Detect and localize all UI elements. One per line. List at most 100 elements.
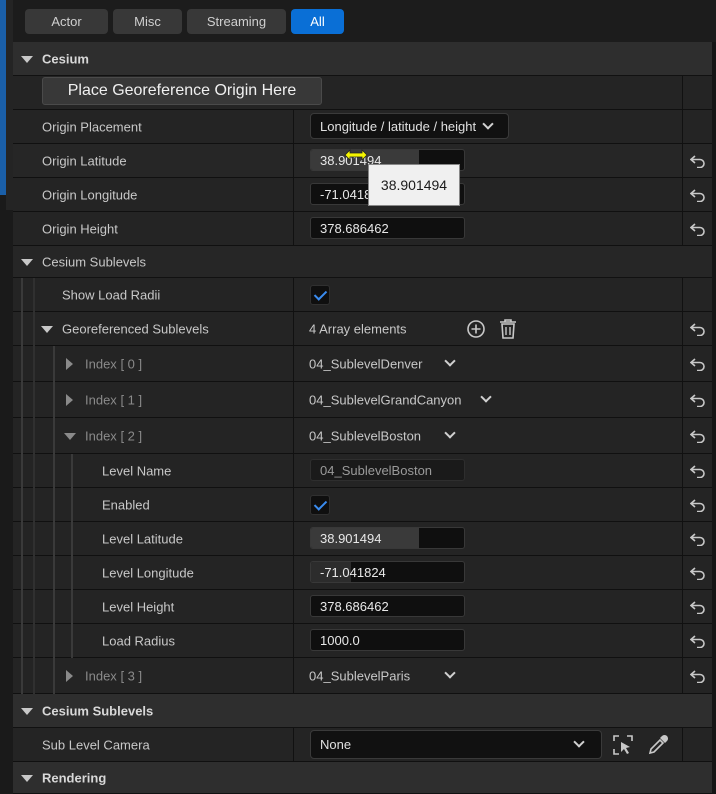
level-latitude-input[interactable]: 38.901494 (310, 527, 465, 549)
collapse-arrow-icon[interactable] (21, 258, 33, 266)
reset-to-default-button[interactable] (683, 212, 712, 245)
origin-placement-dropdown[interactable]: Longitude / latitude / height (310, 113, 509, 139)
expand-arrow-icon[interactable] (66, 669, 73, 682)
filter-misc-button[interactable]: Misc (113, 9, 182, 34)
level-height-input[interactable]: 378.686462 (310, 595, 465, 617)
sublevel-dropdown[interactable]: 04_SublevelBoston (309, 428, 421, 443)
collapse-arrow-icon[interactable] (21, 55, 33, 63)
place-georeference-origin-button[interactable]: Place Georeference Origin Here (42, 77, 322, 105)
load-radius-row: Load Radius 1000.0 (13, 624, 712, 658)
chevron-down-icon (482, 118, 494, 130)
chevron-down-icon[interactable] (444, 355, 456, 367)
reset-to-default-button[interactable] (683, 418, 712, 453)
georeferenced-sublevels-row: Georeferenced Sublevels 4 Array elements (13, 312, 712, 346)
index-label: Index [ 0 ] (85, 356, 143, 371)
sub-level-camera-dropdown[interactable]: None (310, 730, 602, 759)
load-radius-input[interactable]: 1000.0 (310, 629, 465, 651)
level-height-row: Level Height 378.686462 (13, 590, 712, 624)
sub-level-camera-row: Sub Level Camera None (13, 728, 712, 762)
array-item-2: Index [ 2 ] 04_SublevelBoston (13, 418, 712, 454)
origin-height-input[interactable]: 378.686462 (310, 217, 465, 239)
reset-to-default-button[interactable] (683, 178, 712, 211)
index-label: Index [ 3 ] (85, 668, 143, 683)
sublevel-dropdown[interactable]: 04_SublevelParis (309, 668, 410, 683)
array-item-1: Index [ 1 ] 04_SublevelGrandCanyon (13, 382, 712, 418)
property-label: Origin Latitude (42, 153, 127, 168)
property-label: Georeferenced Sublevels (62, 321, 209, 336)
reset-to-default-button[interactable] (683, 556, 712, 589)
reset-arrow-icon (689, 322, 705, 336)
collapse-arrow-icon[interactable] (64, 432, 76, 440)
show-load-radii-checkbox[interactable] (310, 285, 330, 305)
expand-arrow-icon[interactable] (66, 357, 73, 370)
reset-to-default-button[interactable] (683, 382, 712, 417)
input-value: -71.0418 (320, 186, 372, 202)
place-origin-row: Place Georeference Origin Here (13, 76, 712, 110)
collapse-arrow-icon[interactable] (21, 707, 33, 715)
reset-to-default-button[interactable] (683, 312, 712, 345)
filter-streaming-button[interactable]: Streaming (187, 9, 286, 34)
sublevel-dropdown[interactable]: 04_SublevelGrandCanyon (309, 392, 462, 407)
section-cesium-sublevels-2[interactable]: Cesium Sublevels (13, 694, 712, 728)
section-title: Rendering (42, 770, 107, 785)
input-value: 378.686462 (320, 220, 389, 236)
property-label: Enabled (102, 497, 150, 512)
origin-placement-row: Origin Placement Longitude / latitude / … (13, 110, 712, 144)
eyedropper-icon[interactable] (647, 734, 669, 756)
chevron-down-icon (573, 736, 585, 748)
reset-to-default-button[interactable] (683, 590, 712, 623)
filter-all-button[interactable]: All (291, 9, 344, 34)
sublevel-dropdown[interactable]: 04_SublevelDenver (309, 356, 422, 371)
collapse-arrow-icon[interactable] (41, 325, 53, 333)
level-name-field: 04_SublevelBoston (310, 459, 465, 481)
input-value: 04_SublevelBoston (320, 462, 433, 478)
reset-to-default-button[interactable] (683, 488, 712, 521)
reset-to-default-button[interactable] (683, 658, 712, 693)
reset-arrow-icon (689, 634, 705, 648)
indent-guide (21, 278, 23, 694)
show-load-radii-row: Show Load Radii (13, 278, 712, 312)
reset-to-default-button[interactable] (683, 624, 712, 657)
input-value: -71.041824 (320, 564, 386, 580)
property-label: Show Load Radii (62, 287, 161, 302)
section-rendering[interactable]: Rendering (13, 762, 712, 794)
indent-guide (71, 454, 73, 658)
property-label: Origin Height (42, 221, 118, 236)
filter-bar: Actor Misc Streaming All (13, 0, 716, 42)
property-label: Sub Level Camera (42, 737, 150, 752)
reset-to-default-button[interactable] (683, 144, 712, 177)
reset-arrow-icon (689, 498, 705, 512)
add-circle-icon[interactable] (466, 319, 486, 339)
value-tooltip: 38.901494 (368, 164, 460, 206)
section-title: Cesium Sublevels (42, 254, 147, 269)
dropdown-value: None (320, 737, 352, 752)
chevron-down-icon[interactable] (444, 667, 456, 679)
array-count: 4 Array elements (309, 321, 407, 336)
reset-arrow-icon (689, 532, 705, 546)
reset-to-default-button[interactable] (683, 522, 712, 555)
reset-arrow-icon (689, 464, 705, 478)
section-cesium[interactable]: Cesium (13, 42, 712, 76)
expand-arrow-icon[interactable] (66, 393, 73, 406)
section-cesium-sublevels[interactable]: Cesium Sublevels (13, 246, 712, 278)
enabled-checkbox[interactable] (310, 495, 330, 515)
reset-arrow-icon (689, 188, 705, 202)
origin-longitude-row: Origin Longitude -71.0418 (13, 178, 712, 212)
filter-actor-button[interactable]: Actor (25, 9, 108, 34)
reset-arrow-icon (689, 222, 705, 236)
pick-actor-icon[interactable] (612, 734, 634, 756)
level-longitude-input[interactable]: -71.041824 (310, 561, 465, 583)
collapse-arrow-icon[interactable] (21, 774, 33, 782)
reset-to-default-button[interactable] (683, 454, 712, 487)
chevron-down-icon[interactable] (444, 427, 456, 439)
panel-divider[interactable] (6, 0, 13, 210)
dropdown-value: Longitude / latitude / height (320, 118, 477, 134)
reset-to-default-button[interactable] (683, 346, 712, 381)
reset-arrow-icon (689, 357, 705, 371)
enabled-row: Enabled (13, 488, 712, 522)
trash-icon[interactable] (499, 318, 517, 339)
chevron-down-icon[interactable] (480, 391, 492, 403)
property-label: Origin Placement (42, 119, 142, 134)
input-value: 378.686462 (320, 598, 389, 614)
reset-arrow-icon (689, 566, 705, 580)
